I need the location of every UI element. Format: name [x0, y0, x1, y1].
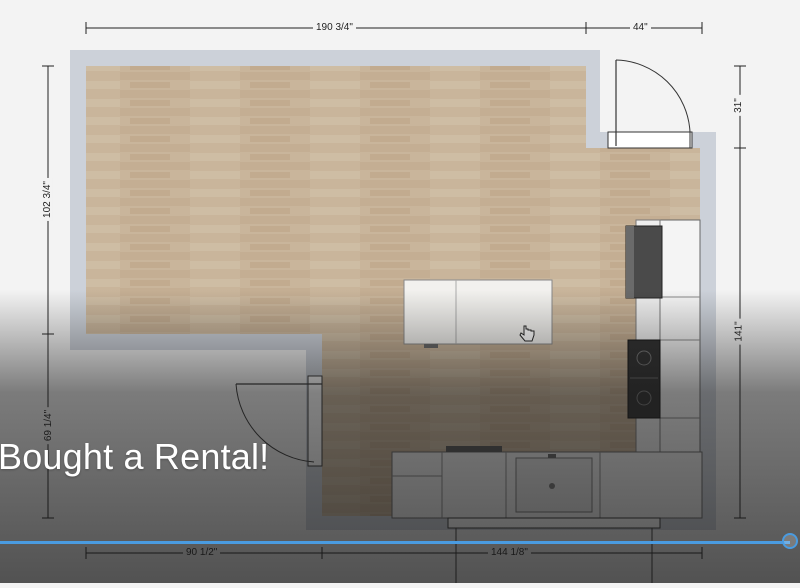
video-caption: Bought a Rental!: [0, 436, 270, 477]
dim-left-upper: 102 3/4": [41, 178, 53, 221]
floor-plan-drawing: [42, 22, 746, 583]
dim-right-top: 31": [732, 95, 744, 116]
bottom-counters: [391, 446, 703, 519]
stove: [627, 339, 661, 419]
video-progress-bar[interactable]: [0, 541, 790, 544]
dim-bottom-left: 90 1/2": [183, 547, 221, 558]
dim-bottom-right: 144 1/8": [488, 547, 531, 558]
bottom-opening: [447, 517, 661, 583]
floor-plan-view: 190 3/4" 44" 31" 141" 102 3/4" 69 1/4" 9…: [0, 0, 800, 583]
dim-top-right: 44": [630, 22, 651, 33]
dim-right-main: 141": [733, 318, 745, 345]
scrubber-handle[interactable]: [782, 533, 798, 549]
dim-top-main: 190 3/4": [313, 22, 356, 33]
entry-door-top: [607, 59, 693, 149]
